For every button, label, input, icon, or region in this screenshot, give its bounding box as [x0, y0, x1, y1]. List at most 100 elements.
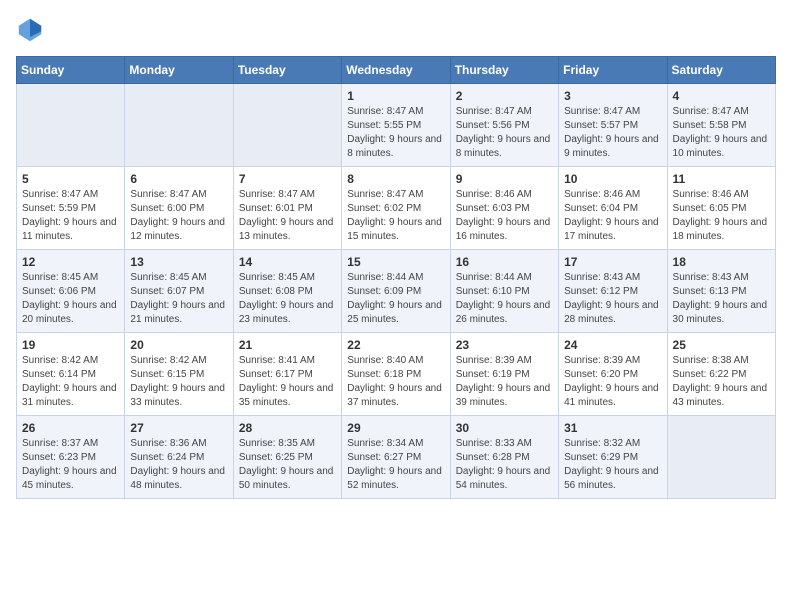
- calendar-cell: 7Sunrise: 8:47 AM Sunset: 6:01 PM Daylig…: [233, 167, 341, 250]
- day-number: 24: [564, 338, 661, 352]
- calendar-cell: 27 Sunrise: 8:36 AM Sunset: 6:24 PM Dayli…: [125, 416, 233, 499]
- calendar-week-row: 19 Sunrise: 8:42 AM Sunset: 6:14 PM Dayli…: [17, 333, 776, 416]
- day-info: Sunrise: 8:47 AM Sunset: 6:01 PM Dayligh…: [239, 188, 336, 244]
- weekday-header: Sunday: [17, 57, 125, 84]
- calendar-cell: 10 Sunrise: 8:46 AM Sunset: 6:04 PM Dayli…: [559, 167, 667, 250]
- calendar-cell: 19 Sunrise: 8:42 AM Sunset: 6:14 PM Dayli…: [17, 333, 125, 416]
- day-info: Sunrise: 8:36 AM Sunset: 6:24 PM Dayligh…: [130, 437, 227, 493]
- page-header: [16, 16, 776, 44]
- day-info: Sunrise: 8:34 AM Sunset: 6:27 PM Dayligh…: [347, 437, 444, 493]
- calendar-cell: 29 Sunrise: 8:34 AM Sunset: 6:27 PM Dayli…: [342, 416, 450, 499]
- weekday-header: Friday: [559, 57, 667, 84]
- day-number: 21: [239, 338, 336, 352]
- day-number: 10: [564, 172, 661, 186]
- day-number: 27: [130, 421, 227, 435]
- day-info: Sunrise: 8:43 AM Sunset: 6:12 PM Dayligh…: [564, 271, 661, 327]
- day-number: 29: [347, 421, 444, 435]
- calendar-cell: 14 Sunrise: 8:45 AM Sunset: 6:08 PM Dayli…: [233, 250, 341, 333]
- day-number: 25: [673, 338, 770, 352]
- calendar-cell: 11 Sunrise: 8:46 AM Sunset: 6:05 PM Dayli…: [667, 167, 775, 250]
- day-info: Sunrise: 8:47 AM Sunset: 5:55 PM Dayligh…: [347, 105, 444, 161]
- calendar-body: 1 Sunrise: 8:47 AM Sunset: 5:55 PM Daylig…: [17, 84, 776, 499]
- calendar-cell: [125, 84, 233, 167]
- weekday-header: Monday: [125, 57, 233, 84]
- calendar-cell: 6 Sunrise: 8:47 AM Sunset: 6:00 PM Daylig…: [125, 167, 233, 250]
- day-number: 2: [456, 89, 553, 103]
- weekday-header: Tuesday: [233, 57, 341, 84]
- day-info: Sunrise: 8:40 AM Sunset: 6:18 PM Dayligh…: [347, 354, 444, 410]
- day-number: 8: [347, 172, 444, 186]
- day-number: 19: [22, 338, 119, 352]
- day-number: 13: [130, 255, 227, 269]
- day-number: 6: [130, 172, 227, 186]
- calendar-cell: 15 Sunrise: 8:44 AM Sunset: 6:09 PM Dayli…: [342, 250, 450, 333]
- day-info: Sunrise: 8:42 AM Sunset: 6:14 PM Dayligh…: [22, 354, 119, 410]
- day-info: Sunrise: 8:45 AM Sunset: 6:08 PM Dayligh…: [239, 271, 336, 327]
- day-info: Sunrise: 8:37 AM Sunset: 6:23 PM Dayligh…: [22, 437, 119, 493]
- calendar-cell: 23 Sunrise: 8:39 AM Sunset: 6:19 PM Dayli…: [450, 333, 558, 416]
- calendar-cell: 1 Sunrise: 8:47 AM Sunset: 5:55 PM Daylig…: [342, 84, 450, 167]
- day-info: Sunrise: 8:47 AM Sunset: 5:57 PM Dayligh…: [564, 105, 661, 161]
- day-number: 30: [456, 421, 553, 435]
- day-number: 28: [239, 421, 336, 435]
- calendar-cell: 26 Sunrise: 8:37 AM Sunset: 6:23 PM Dayli…: [17, 416, 125, 499]
- calendar-week-row: 1 Sunrise: 8:47 AM Sunset: 5:55 PM Daylig…: [17, 84, 776, 167]
- calendar-cell: 31 Sunrise: 8:32 AM Sunset: 6:29 PM Dayli…: [559, 416, 667, 499]
- calendar-cell: 20 Sunrise: 8:42 AM Sunset: 6:15 PM Dayli…: [125, 333, 233, 416]
- day-number: 3: [564, 89, 661, 103]
- calendar-cell: 3 Sunrise: 8:47 AM Sunset: 5:57 PM Daylig…: [559, 84, 667, 167]
- calendar-cell: [233, 84, 341, 167]
- day-info: Sunrise: 8:39 AM Sunset: 6:20 PM Dayligh…: [564, 354, 661, 410]
- calendar-cell: 21 Sunrise: 8:41 AM Sunset: 6:17 PM Dayli…: [233, 333, 341, 416]
- weekday-header: Thursday: [450, 57, 558, 84]
- day-number: 16: [456, 255, 553, 269]
- calendar-cell: 17 Sunrise: 8:43 AM Sunset: 6:12 PM Dayli…: [559, 250, 667, 333]
- calendar-cell: 28 Sunrise: 8:35 AM Sunset: 6:25 PM Dayli…: [233, 416, 341, 499]
- day-number: 31: [564, 421, 661, 435]
- day-number: 20: [130, 338, 227, 352]
- day-number: 11: [673, 172, 770, 186]
- calendar-cell: [667, 416, 775, 499]
- day-info: Sunrise: 8:46 AM Sunset: 6:04 PM Dayligh…: [564, 188, 661, 244]
- day-number: 12: [22, 255, 119, 269]
- day-info: Sunrise: 8:39 AM Sunset: 6:19 PM Dayligh…: [456, 354, 553, 410]
- calendar-cell: 22Sunrise: 8:40 AM Sunset: 6:18 PM Dayli…: [342, 333, 450, 416]
- day-info: Sunrise: 8:44 AM Sunset: 6:09 PM Dayligh…: [347, 271, 444, 327]
- day-number: 23: [456, 338, 553, 352]
- logo-icon: [16, 16, 44, 44]
- calendar-cell: 30 Sunrise: 8:33 AM Sunset: 6:28 PM Dayli…: [450, 416, 558, 499]
- day-info: Sunrise: 8:35 AM Sunset: 6:25 PM Dayligh…: [239, 437, 336, 493]
- day-info: Sunrise: 8:42 AM Sunset: 6:15 PM Dayligh…: [130, 354, 227, 410]
- day-number: 5: [22, 172, 119, 186]
- day-number: 15: [347, 255, 444, 269]
- day-info: Sunrise: 8:47 AM Sunset: 5:56 PM Dayligh…: [456, 105, 553, 161]
- calendar-cell: 5 Sunrise: 8:47 AM Sunset: 5:59 PM Daylig…: [17, 167, 125, 250]
- day-info: Sunrise: 8:46 AM Sunset: 6:05 PM Dayligh…: [673, 188, 770, 244]
- calendar-week-row: 12 Sunrise: 8:45 AM Sunset: 6:06 PM Dayli…: [17, 250, 776, 333]
- calendar-cell: 13Sunrise: 8:45 AM Sunset: 6:07 PM Dayli…: [125, 250, 233, 333]
- day-info: Sunrise: 8:43 AM Sunset: 6:13 PM Dayligh…: [673, 271, 770, 327]
- day-number: 18: [673, 255, 770, 269]
- calendar-header: SundayMondayTuesdayWednesdayThursdayFrid…: [17, 57, 776, 84]
- day-info: Sunrise: 8:47 AM Sunset: 6:00 PM Dayligh…: [130, 188, 227, 244]
- day-info: Sunrise: 8:33 AM Sunset: 6:28 PM Dayligh…: [456, 437, 553, 493]
- calendar-cell: 25 Sunrise: 8:38 AM Sunset: 6:22 PM Dayli…: [667, 333, 775, 416]
- day-info: Sunrise: 8:32 AM Sunset: 6:29 PM Dayligh…: [564, 437, 661, 493]
- day-number: 1: [347, 89, 444, 103]
- day-info: Sunrise: 8:47 AM Sunset: 5:59 PM Dayligh…: [22, 188, 119, 244]
- day-number: 26: [22, 421, 119, 435]
- weekday-header: Saturday: [667, 57, 775, 84]
- calendar-cell: 24 Sunrise: 8:39 AM Sunset: 6:20 PM Dayli…: [559, 333, 667, 416]
- day-info: Sunrise: 8:38 AM Sunset: 6:22 PM Dayligh…: [673, 354, 770, 410]
- calendar-cell: 18 Sunrise: 8:43 AM Sunset: 6:13 PM Dayli…: [667, 250, 775, 333]
- day-info: Sunrise: 8:45 AM Sunset: 6:06 PM Dayligh…: [22, 271, 119, 327]
- day-info: Sunrise: 8:41 AM Sunset: 6:17 PM Dayligh…: [239, 354, 336, 410]
- calendar-cell: [17, 84, 125, 167]
- calendar-cell: 2 Sunrise: 8:47 AM Sunset: 5:56 PM Daylig…: [450, 84, 558, 167]
- day-number: 4: [673, 89, 770, 103]
- day-number: 14: [239, 255, 336, 269]
- day-number: 17: [564, 255, 661, 269]
- weekday-header: Wednesday: [342, 57, 450, 84]
- calendar-cell: 16Sunrise: 8:44 AM Sunset: 6:10 PM Dayli…: [450, 250, 558, 333]
- calendar-cell: 12 Sunrise: 8:45 AM Sunset: 6:06 PM Dayli…: [17, 250, 125, 333]
